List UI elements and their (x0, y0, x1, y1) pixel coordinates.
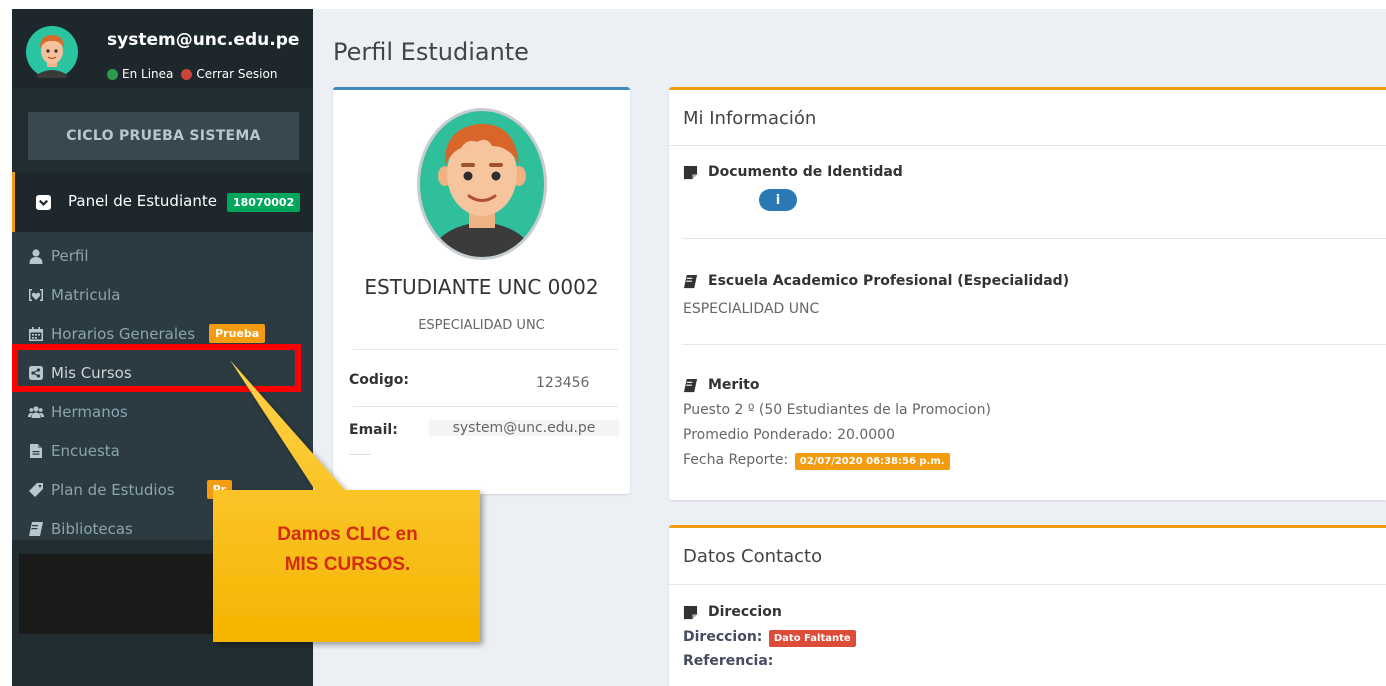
book-icon (683, 274, 698, 288)
tag-icon (29, 482, 43, 497)
status-online[interactable]: En Linea (122, 67, 173, 81)
user-status: En Linea Cerrar Sesion (107, 67, 277, 81)
documento-title: Documento de Identidad (683, 164, 903, 180)
book-icon (683, 378, 698, 392)
callout-text: Damos CLIC en MIS CURSOS. (214, 520, 481, 580)
calendar-icon (29, 326, 43, 341)
direccion-row: Direccion: Dato Faltante (683, 629, 856, 647)
direccion-label: Direccion: (683, 629, 763, 645)
callout-bubble (213, 360, 480, 642)
prueba-badge: Prueba (209, 324, 266, 343)
sticky-note-icon (683, 165, 698, 179)
book-icon (29, 521, 43, 536)
student-code-badge: 18070002 (227, 193, 301, 212)
logout-link[interactable]: Cerrar Sesion (196, 67, 277, 81)
callout-line-2: MIS CURSOS. (284, 554, 411, 575)
sidebar-item-matricula[interactable]: Matricula (12, 275, 313, 314)
sticky-note-icon (683, 605, 698, 619)
dato-faltante-badge: Dato Faltante (768, 630, 856, 647)
callout-line-1: Damos CLIC en (277, 524, 418, 545)
frame-left (0, 0, 12, 686)
merito-date-label: Fecha Reporte: (683, 452, 789, 468)
documento-info-button[interactable]: i (759, 189, 797, 211)
logout-dot-icon (181, 68, 193, 80)
sidebar-item-label: Horarios Generales (51, 324, 196, 343)
matricula-icon (29, 288, 43, 301)
divider (683, 238, 1386, 239)
merito-title-text: Merito (708, 377, 760, 393)
sidebar-item-label: Hermanos (51, 402, 128, 421)
datos-contacto-title: Datos Contacto (683, 546, 823, 567)
merito-date-badge: 02/07/2020 06:38:56 p.m. (794, 453, 950, 470)
student-specialty: ESPECIALIDAD UNC (418, 318, 545, 333)
documento-title-text: Documento de Identidad (708, 164, 903, 180)
student-name: ESTUDIANTE UNC 0002 (364, 275, 599, 299)
divider (353, 349, 618, 350)
user-icon (29, 248, 43, 264)
divider (669, 145, 1386, 146)
merito-rank: Puesto 2 º (50 Estudiantes de la Promoci… (683, 402, 991, 418)
direccion-title-text: Direccion (708, 604, 782, 620)
sidebar-item-label: Plan de Estudios (51, 480, 175, 499)
ciclo-button[interactable]: CICLO PRUEBA SISTEMA (28, 112, 299, 160)
sidebar-item-label: Encuesta (51, 441, 120, 460)
escuela-value: ESPECIALIDAD UNC (683, 301, 820, 317)
sidebar-item-label: Matricula (51, 285, 121, 304)
divider (669, 584, 1386, 585)
escuela-title: Escuela Academico Profesional (Especiali… (683, 273, 1069, 289)
chevron-down-circle-icon (36, 195, 51, 210)
referencia-label: Referencia: (683, 653, 774, 669)
sidebar-item-label: Perfil (51, 246, 89, 265)
direccion-title: Direccion (683, 604, 782, 620)
divider (683, 344, 1386, 345)
frame-top (0, 0, 1386, 9)
merito-date-row: Fecha Reporte: 02/07/2020 06:38:56 p.m. (683, 452, 950, 470)
users-icon (28, 405, 44, 418)
merito-average: Promedio Ponderado: 20.0000 (683, 427, 895, 443)
student-avatar (417, 108, 547, 260)
page-title: Perfil Estudiante (333, 38, 529, 66)
sidebar-item-perfil[interactable]: Perfil (12, 236, 313, 275)
merito-title: Merito (683, 377, 759, 393)
sidebar-item-label: Bibliotecas (51, 519, 133, 538)
panel-estudiante-header[interactable]: Panel de Estudiante 18070002 (12, 172, 313, 232)
online-dot-icon (107, 68, 118, 80)
mi-informacion-card: Mi Información Documento de Identidad i … (669, 87, 1386, 500)
panel-title: Panel de Estudiante (68, 192, 217, 210)
file-icon (30, 443, 42, 458)
codigo-value: 123456 (536, 375, 590, 391)
user-panel: system@unc.edu.pe En Linea Cerrar Sesion (12, 9, 313, 88)
escuela-title-text: Escuela Academico Profesional (Especiali… (708, 273, 1070, 289)
user-email: system@unc.edu.pe (107, 30, 300, 50)
referencia-row: Referencia: (683, 653, 773, 669)
mi-informacion-title: Mi Información (683, 108, 817, 129)
datos-contacto-card: Datos Contacto Direccion Direccion: Dato… (669, 525, 1386, 686)
user-avatar[interactable] (26, 26, 78, 78)
